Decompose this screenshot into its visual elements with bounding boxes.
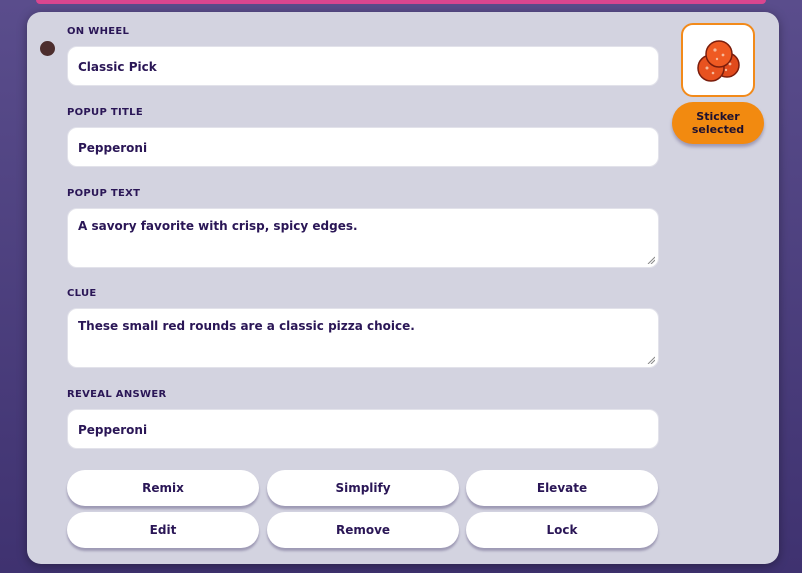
item-editor-card: ON WHEEL Classic Pick POPUP TITLE Pepper… — [27, 12, 779, 564]
on-wheel-input[interactable]: Classic Pick — [67, 46, 659, 86]
reveal-answer-input[interactable]: Pepperoni — [67, 409, 659, 449]
sticker-badge-line2: selected — [691, 123, 745, 136]
status-dot — [40, 41, 55, 56]
clue-textarea[interactable]: These small red rounds are a classic piz… — [67, 308, 659, 368]
pepperoni-icon — [697, 40, 740, 82]
simplify-button[interactable]: Simplify — [267, 470, 459, 506]
popup-text-label: POPUP TEXT — [67, 188, 141, 199]
sticker-preview[interactable] — [681, 23, 755, 97]
remix-button[interactable]: Remix — [67, 470, 259, 506]
sticker-selected-badge: Sticker selected — [672, 102, 764, 144]
resize-handle-icon[interactable] — [647, 356, 655, 364]
popup-text-textarea[interactable]: A savory favorite with crisp, spicy edge… — [67, 208, 659, 268]
sticker-badge-line1: Sticker — [696, 110, 740, 123]
lock-button[interactable]: Lock — [466, 512, 658, 548]
clue-value: These small red rounds are a classic piz… — [78, 319, 415, 333]
popup-text-value: A savory favorite with crisp, spicy edge… — [78, 219, 358, 233]
resize-handle-icon[interactable] — [647, 256, 655, 264]
clue-label: CLUE — [67, 288, 97, 299]
reveal-answer-label: REVEAL ANSWER — [67, 389, 167, 400]
remove-button[interactable]: Remove — [267, 512, 459, 548]
popup-title-input[interactable]: Pepperoni — [67, 127, 659, 167]
edit-button[interactable]: Edit — [67, 512, 259, 548]
top-accent-strip — [36, 0, 766, 4]
popup-title-label: POPUP TITLE — [67, 107, 143, 118]
elevate-button[interactable]: Elevate — [466, 470, 658, 506]
on-wheel-label: ON WHEEL — [67, 26, 130, 37]
